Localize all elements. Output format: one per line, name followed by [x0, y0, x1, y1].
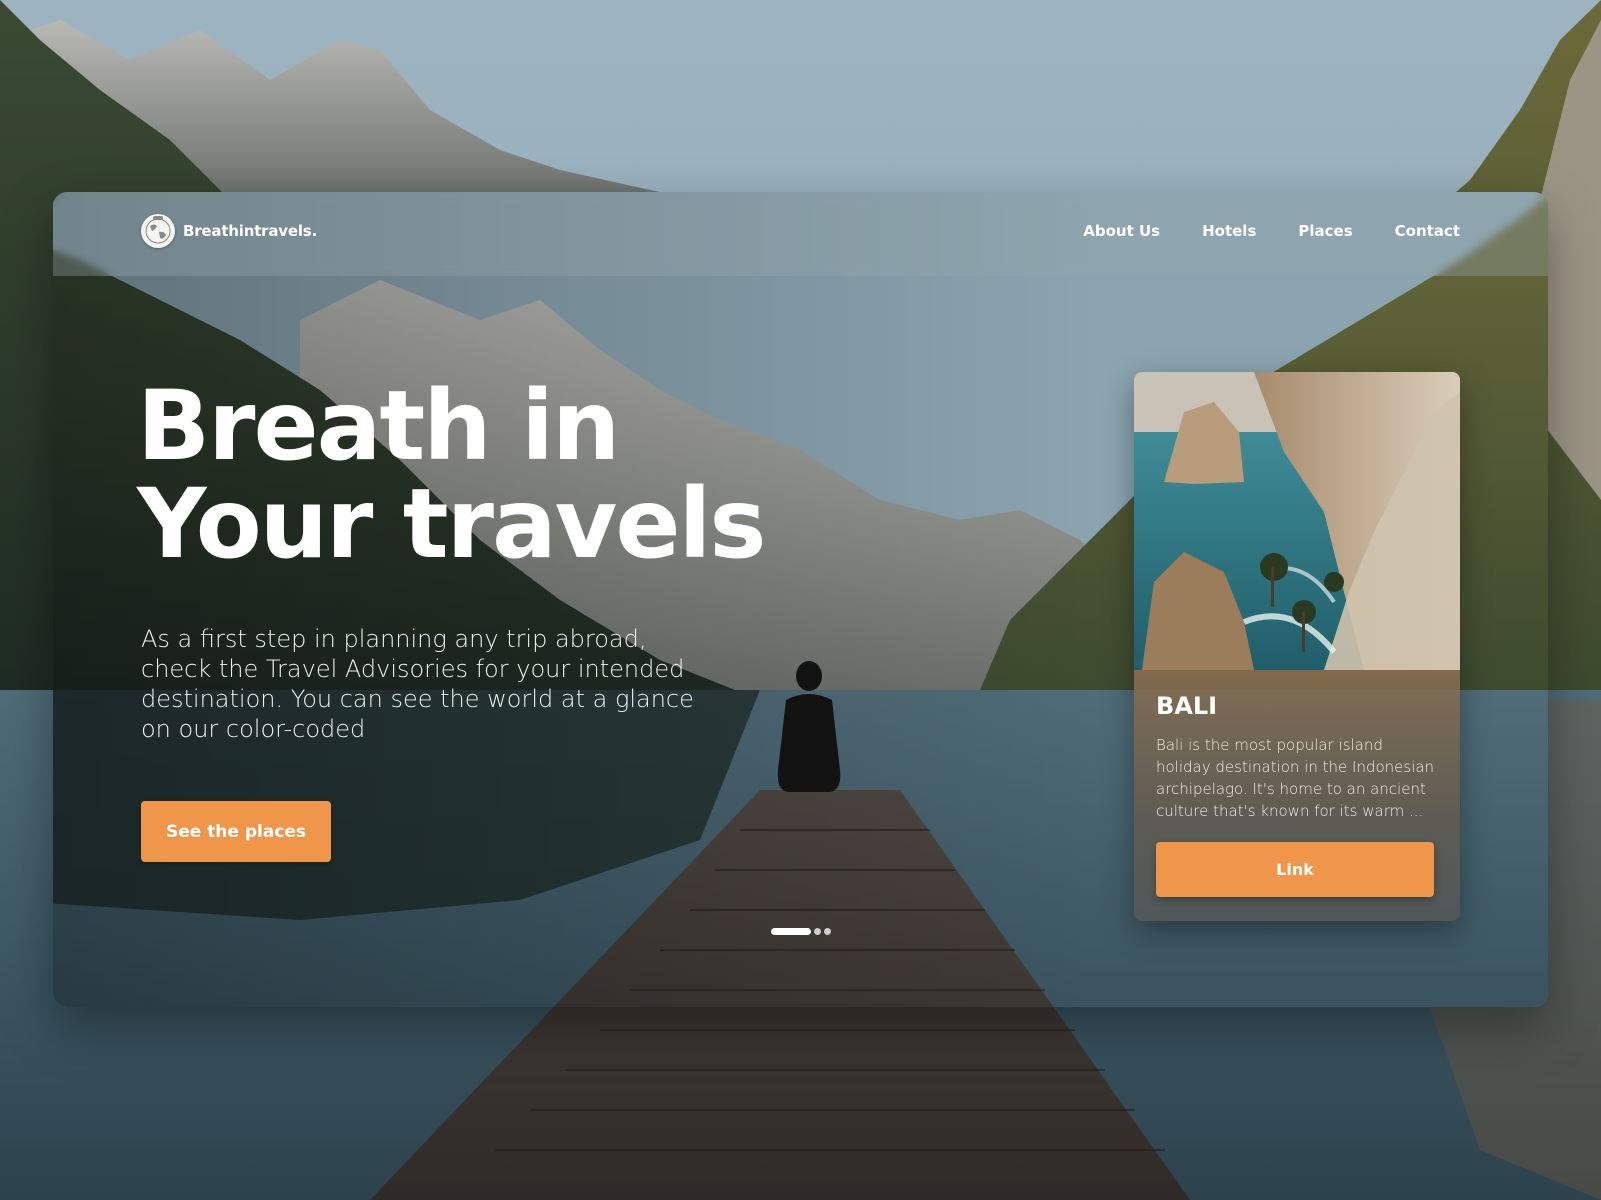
place-description: Bali is the most popular island holiday …	[1156, 736, 1435, 820]
hero-title-line-2: Your travels	[137, 468, 767, 580]
place-link-button[interactable]: Link	[1156, 842, 1434, 897]
hero-title-line-1: Breath in	[137, 370, 620, 482]
carousel-indicator	[771, 928, 831, 935]
brand-logo[interactable]: Breathintravels.	[141, 214, 317, 248]
place-card-body: BALI Bali is the most popular island hol…	[1134, 670, 1460, 921]
place-title: BALI	[1156, 692, 1218, 720]
carousel-dot-1[interactable]	[771, 928, 811, 935]
nav-menu: About Us Hotels Places Contact	[1083, 222, 1460, 240]
hero-card: Breathintravels. About Us Hotels Places …	[53, 192, 1548, 1007]
featured-place-card: BALI Bali is the most popular island hol…	[1134, 372, 1460, 921]
brand-name: Breathintravels.	[183, 222, 318, 240]
place-image	[1134, 372, 1460, 670]
nav-about-us[interactable]: About Us	[1083, 222, 1160, 240]
hero-description: As a first step in planning any trip abr…	[141, 625, 694, 743]
carousel-dot-2[interactable]	[814, 928, 821, 935]
globe-icon	[141, 214, 175, 248]
hero-title: Breath in Your travels	[137, 377, 837, 573]
see-the-places-button[interactable]: See the places	[141, 801, 331, 862]
carousel-dot-3[interactable]	[824, 928, 831, 935]
nav-places[interactable]: Places	[1298, 222, 1352, 240]
nav-contact[interactable]: Contact	[1395, 222, 1460, 240]
background-scene: Breathintravels. About Us Hotels Places …	[0, 0, 1601, 1200]
nav-hotels[interactable]: Hotels	[1202, 222, 1256, 240]
navbar: Breathintravels. About Us Hotels Places …	[53, 192, 1548, 276]
